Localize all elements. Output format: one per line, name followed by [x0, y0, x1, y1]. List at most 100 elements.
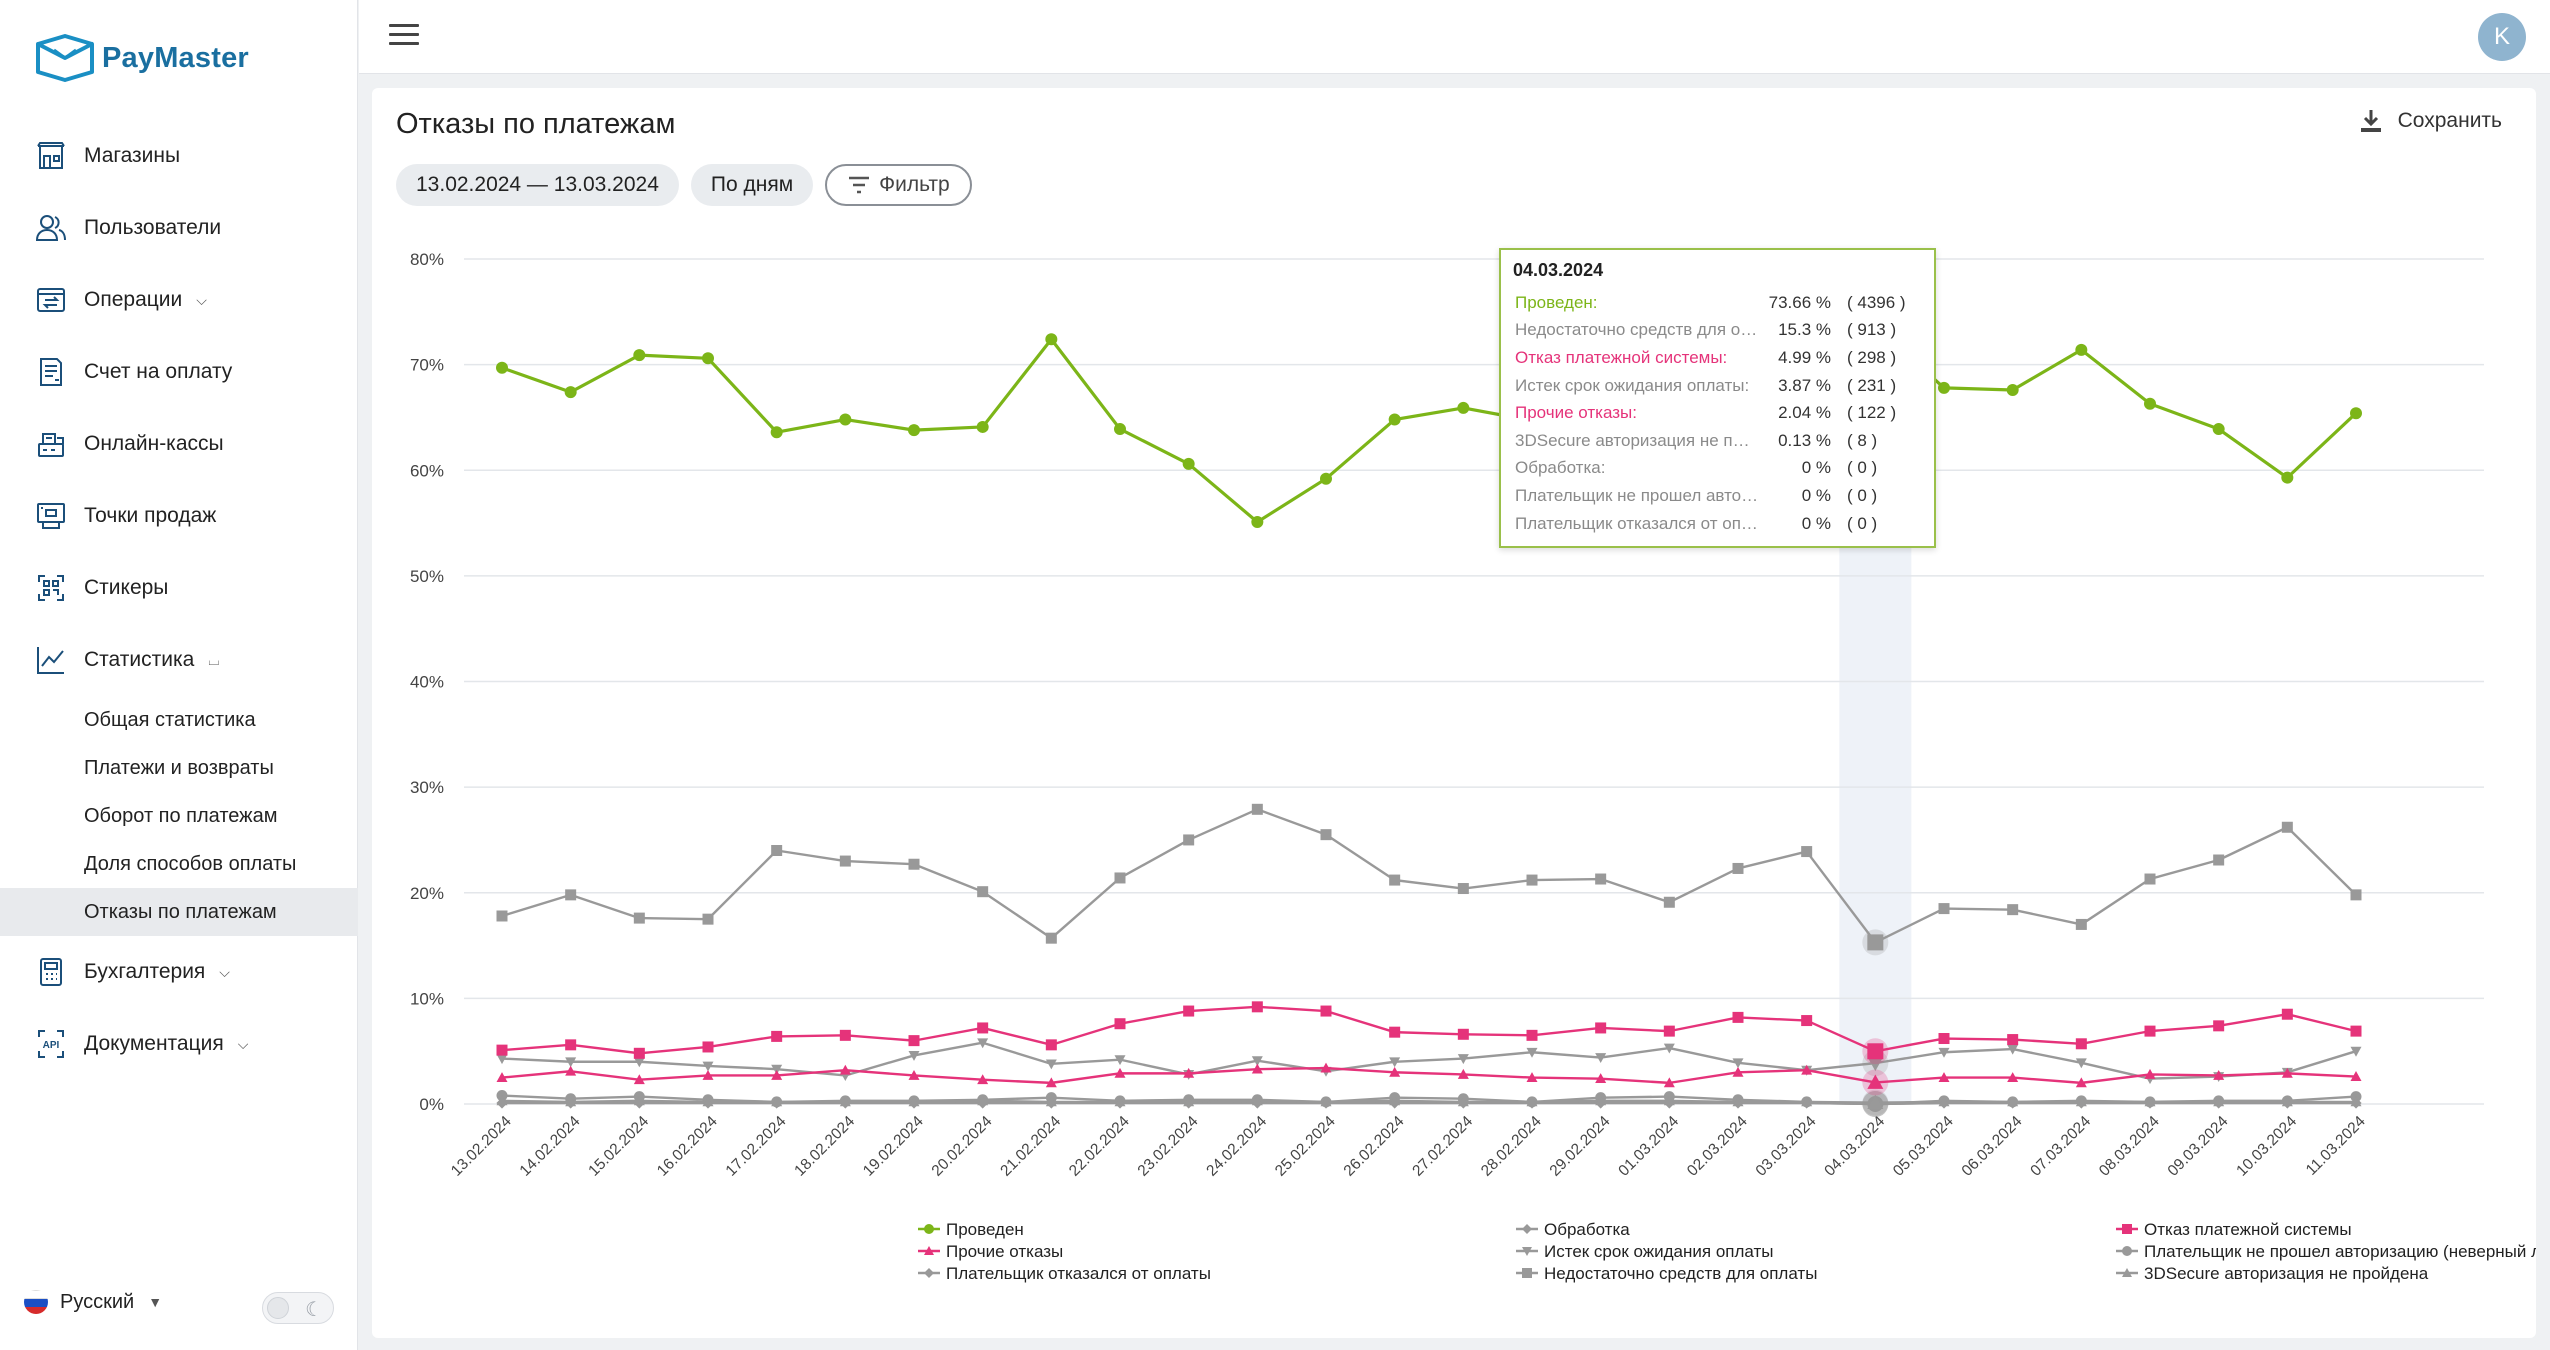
data-point [1595, 1022, 1607, 1034]
sidebar-item-documentation[interactable]: API Документация ⌵ [0, 1008, 358, 1080]
topbar: K [359, 0, 2550, 74]
y-tick-label: 30% [410, 778, 444, 797]
sidebar-sub-payments-refunds[interactable]: Платежи и возвраты [0, 744, 358, 792]
legend-label: Прочие отказы [946, 1242, 1063, 1261]
chevron-down-icon: ⌵ [196, 291, 207, 308]
data-point [2281, 1008, 2293, 1020]
x-tick-label: 19.02.2024 [860, 1113, 927, 1180]
calculator-icon [34, 955, 68, 989]
data-point [1045, 932, 1057, 944]
paymaster-logo[interactable]: PayMaster [34, 30, 249, 86]
y-tick-label: 20% [410, 884, 444, 903]
language-selector[interactable]: Русский ▼ [24, 1290, 162, 1314]
tooltip-percent: 0.13 % [1778, 430, 1831, 450]
x-tick-label: 24.02.2024 [1203, 1113, 1270, 1180]
sidebar-item-label: Точки продаж [84, 504, 217, 527]
data-point [1320, 829, 1332, 841]
data-point [2213, 1020, 2225, 1032]
y-tick-label: 80% [410, 250, 444, 269]
tooltip-series-name: Прочие отказы: [1515, 403, 1637, 423]
sidebar-item-label: Бухгалтерия [84, 960, 206, 983]
series-line [501, 1099, 2356, 1104]
data-point [565, 889, 577, 901]
logo-icon [36, 34, 94, 82]
data-point [702, 1041, 714, 1053]
sidebar-item-users[interactable]: Пользователи [0, 192, 358, 264]
data-point [633, 912, 645, 924]
sidebar-item-operations[interactable]: Операции ⌵ [0, 264, 358, 336]
menu-icon[interactable] [389, 24, 419, 50]
data-point [1732, 1011, 1744, 1023]
data-point [1801, 846, 1813, 858]
x-tick-label: 10.03.2024 [2233, 1113, 2300, 1180]
data-point [1526, 1029, 1538, 1041]
brand-name: PayMaster [102, 41, 249, 74]
tooltip-percent: 4.99 % [1778, 347, 1831, 367]
data-point [1867, 934, 1884, 951]
legend-label: 3DSecure авторизация не пройдена [2144, 1264, 2429, 1283]
tooltip-row: Плательщик отказался от оплаты: 0 % ( 0 ) [1511, 510, 1924, 538]
data-point [977, 1022, 989, 1034]
sidebar-item-stickers[interactable]: Стикеры [0, 552, 358, 624]
data-point [2075, 918, 2087, 930]
data-point [1251, 1001, 1263, 1013]
sidebar-sub-payment-methods[interactable]: Доля способов оплаты [0, 840, 358, 888]
caret-down-icon: ▼ [148, 1294, 163, 1310]
data-point [496, 910, 508, 922]
avatar[interactable]: K [2478, 13, 2526, 61]
chart-icon [34, 643, 68, 677]
data-point [1114, 1018, 1126, 1030]
data-point [1457, 401, 1470, 414]
sidebar-sub-declines[interactable]: Отказы по платежам [0, 888, 358, 936]
x-tick-label: 01.03.2024 [1615, 1113, 1682, 1180]
sidebar-item-accounting[interactable]: Бухгалтерия ⌵ [0, 936, 358, 1008]
data-point [2006, 383, 2019, 396]
data-point [1320, 1005, 1332, 1017]
x-tick-label: 27.02.2024 [1409, 1113, 1476, 1180]
data-point [2350, 889, 2362, 901]
data-point [1045, 1039, 1057, 1051]
store-icon [34, 139, 68, 173]
data-point [1183, 834, 1195, 846]
pos-icon [34, 499, 68, 533]
legend-label: Плательщик отказался от оплаты [946, 1264, 1211, 1283]
data-point [1663, 1025, 1675, 1037]
sidebar-item-label: Стикеры [84, 576, 169, 599]
sidebar-item-label: Статистика [84, 648, 195, 671]
cashbox-icon [34, 427, 68, 461]
sidebar-item-cashboxes[interactable]: Онлайн-кассы [0, 408, 358, 480]
data-point [2007, 904, 2019, 916]
x-tick-label: 29.02.2024 [1547, 1113, 1614, 1180]
data-point [771, 845, 783, 856]
tooltip-row: Прочие отказы: 2.04 % ( 122 ) [1511, 399, 1924, 427]
tooltip-series-name: Плательщик не прошел авторизацию: [1515, 485, 1759, 505]
declines-card: Отказы по платежам Сохранить 13.02.2024 … [372, 88, 2536, 1338]
data-point [1526, 874, 1538, 886]
legend-label: Истек срок ожидания оплаты [1544, 1242, 1773, 1261]
x-tick-label: 13.02.2024 [448, 1113, 515, 1180]
x-tick-label: 18.02.2024 [791, 1113, 858, 1180]
y-tick-label: 60% [410, 461, 444, 480]
sidebar-sub-general-stats[interactable]: Общая статистика [0, 696, 358, 744]
sidebar-item-statistics[interactable]: Статистика ⌴ [0, 624, 358, 696]
tooltip-percent: 0 % [1801, 485, 1831, 505]
x-tick-label: 09.03.2024 [2165, 1113, 2232, 1180]
x-tick-label: 26.02.2024 [1341, 1113, 1408, 1180]
tooltip-count: ( 122 ) [1847, 403, 1897, 423]
sidebar-item-stores[interactable]: Магазины [0, 120, 358, 192]
sidebar-item-pos[interactable]: Точки продаж [0, 480, 358, 552]
legend-marker [924, 1268, 934, 1278]
x-tick-label: 15.02.2024 [585, 1113, 652, 1180]
legend-marker [2122, 1224, 2132, 1234]
data-point [2007, 1034, 2019, 1046]
tooltip-percent: 2.04 % [1778, 403, 1831, 423]
sidebar-item-invoice[interactable]: Счет на оплату [0, 336, 358, 408]
data-point [564, 386, 577, 399]
data-point [565, 1039, 577, 1051]
sidebar-item-label: Счет на оплату [84, 360, 233, 383]
tooltip-percent: 3.87 % [1778, 375, 1831, 395]
data-point [839, 1029, 851, 1041]
sidebar-sub-turnover[interactable]: Оборот по платежам [0, 792, 358, 840]
data-point [1457, 883, 1469, 895]
theme-toggle[interactable]: ☾ [262, 1292, 334, 1324]
